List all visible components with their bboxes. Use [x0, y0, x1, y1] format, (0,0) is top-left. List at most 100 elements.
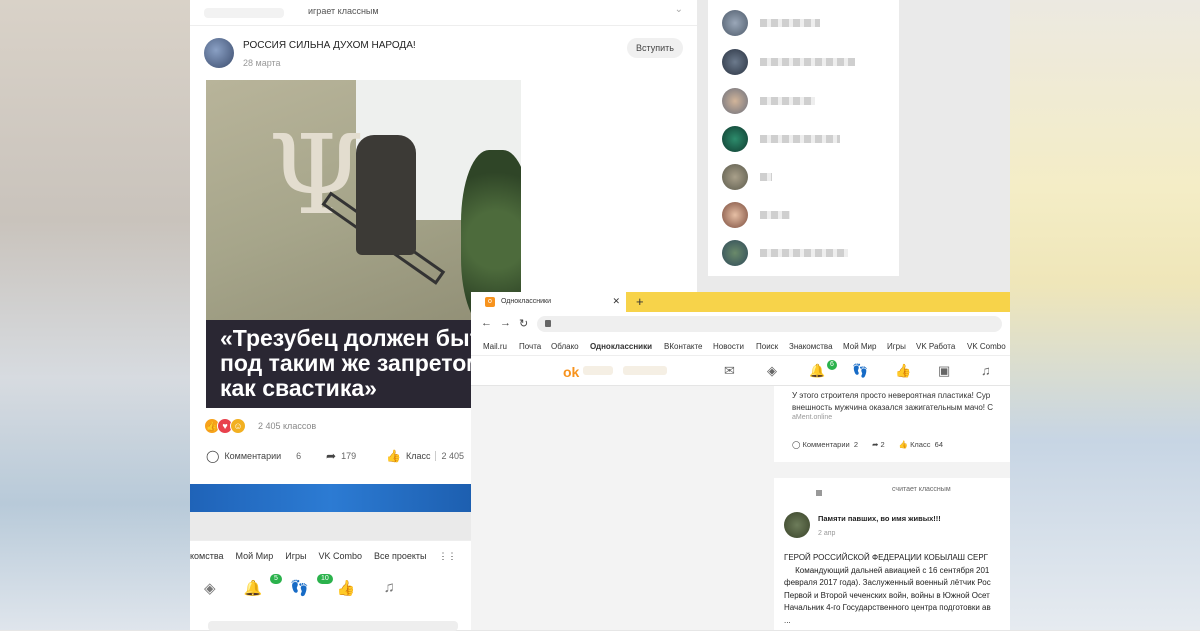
activity-header: считает классным [892, 486, 951, 493]
blurred-name [204, 8, 284, 18]
likes-count: 64 [934, 440, 943, 449]
friend-avatar[interactable] [722, 88, 748, 114]
address-bar[interactable] [537, 316, 1002, 332]
post-body: ГЕРОЙ РОССИЙСКОЙ ФЕДЕРАЦИИ КОБЫЛАШ СЕРГ … [784, 553, 991, 625]
bell-icon[interactable]: 🔔 [244, 579, 263, 597]
bookmark-vkontakte[interactable]: ВКонтакте [664, 342, 703, 351]
friend-avatar[interactable] [722, 49, 748, 75]
share-button[interactable]: ➦ 179 [326, 446, 356, 466]
group-avatar[interactable] [784, 512, 810, 538]
feed-card-video: У этого строителя просто невероятная пла… [774, 386, 1010, 462]
ok-logo-icon[interactable]: ok [563, 364, 579, 380]
bookmark-oblako[interactable]: Облако [551, 342, 579, 351]
new-tab-icon[interactable]: + [636, 294, 644, 309]
nav-link-vk-combo[interactable]: VK Combo [318, 551, 362, 562]
like-button[interactable]: 👍 Класс 2 405 [386, 446, 464, 466]
feed-card-group-post: считает классным Памяти павших, во имя ж… [774, 478, 1010, 630]
blurred-friend-name [760, 173, 772, 181]
toolbar-icons: ◈ 🔔 👣 👍 ♫ [204, 579, 395, 597]
bookmark-poisk[interactable]: Поиск [756, 342, 778, 351]
next-post-image-strip [190, 484, 471, 512]
comments-label: Комментарии [224, 451, 282, 461]
card-text: У этого строителя просто невероятная пла… [792, 390, 1012, 414]
reload-icon[interactable]: ↻ [519, 317, 528, 330]
notification-badge: 5 [270, 574, 282, 584]
bell-icon[interactable]: 🔔 [809, 363, 825, 379]
close-tab-icon[interactable]: ✕ [612, 296, 620, 307]
blurred-friend-name [760, 249, 848, 257]
card-text-line-1: У этого строителя просто невероятная пла… [792, 391, 991, 400]
messages-icon[interactable]: ✉ [724, 363, 735, 379]
back-icon[interactable]: ← [481, 317, 492, 329]
bookmark-pochta[interactable]: Почта [519, 342, 541, 351]
bookmark-odnoklassniki[interactable]: Одноклассники [590, 342, 652, 351]
post-date: 28 марта [243, 58, 281, 68]
likes-label: Класс [405, 451, 431, 461]
group-title[interactable]: РОССИЯ СИЛЬНА ДУХОМ НАРОДА! [243, 40, 416, 51]
shares-count: 2 [880, 440, 885, 449]
thumbs-up-icon: 👍 [386, 449, 401, 463]
join-group-button[interactable]: Вступить [627, 38, 683, 58]
comments-label: Комментарии [802, 440, 850, 449]
nav-link-games[interactable]: Игры [285, 551, 306, 562]
ok-toolbar-fragment: комства Мой Мир Игры VK Combo Все проект… [190, 540, 471, 631]
previous-post-strip: играет классным ⌄ [190, 0, 697, 26]
card-actions: ◯ Комментарии 2 ➦ 2 👍 Класс 64 [792, 440, 943, 449]
music-icon[interactable]: ♫ [384, 579, 395, 597]
bookmark-vk-rabota[interactable]: VK Работа [916, 342, 955, 351]
likes-label: Класс [910, 440, 931, 449]
friend-avatar[interactable] [722, 126, 748, 152]
friend-avatar[interactable] [722, 10, 748, 36]
guests-icon[interactable]: 👣 [852, 363, 868, 379]
guests-icon[interactable]: 👣 [290, 579, 309, 597]
share-button[interactable]: ➦ 2 [872, 440, 885, 449]
music-icon[interactable]: ♫ [981, 363, 991, 378]
nav-link-all-projects[interactable]: Все проекты [374, 551, 427, 562]
comments-count: 2 [853, 440, 859, 449]
photo-worker [356, 135, 416, 255]
friend-avatar[interactable] [722, 240, 748, 266]
reaction-icons[interactable]: 👍 ♥ ☺ [204, 418, 246, 434]
guests-badge: 10 [317, 574, 333, 584]
comments-count: 6 [296, 451, 302, 461]
card-text-line-2: внешность мужчина оказался зажигательным… [792, 403, 993, 412]
blurred-friend-name [760, 135, 840, 143]
comments-button[interactable]: ◯ Комментарии 6 [206, 446, 301, 466]
bookmark-znakomstva[interactable]: Знакомства [789, 342, 833, 351]
bookmark-moy-mir[interactable]: Мой Мир [843, 342, 876, 351]
background-right-blur [1010, 0, 1200, 630]
discussions-icon[interactable]: ◈ [767, 363, 777, 379]
card-source[interactable]: аМеnt.online [792, 414, 832, 421]
friends-panel [708, 0, 899, 276]
group-name[interactable]: Памяти павших, во имя живых!!! [818, 514, 941, 523]
nav-link-dating[interactable]: комства [190, 551, 224, 562]
ok-favicon-icon: o [485, 297, 495, 307]
bookmark-igry[interactable]: Игры [887, 342, 906, 351]
group-avatar[interactable] [204, 38, 234, 68]
forward-icon[interactable]: → [500, 317, 511, 329]
chevron-down-icon[interactable]: ⌄ [675, 4, 683, 15]
like-button[interactable]: 👍 Класс 64 [899, 440, 943, 449]
video-icon[interactable]: ▣ [938, 363, 950, 379]
discussions-icon[interactable]: ◈ [204, 579, 216, 597]
bookmark-vk-combo[interactable]: VK Combo [967, 342, 1006, 351]
tab-odnoklassniki[interactable]: o Одноклассники ✕ [471, 292, 626, 312]
thumbs-up-icon[interactable]: 👍 [895, 363, 911, 379]
comment-icon: ◯ [206, 449, 220, 463]
comments-button[interactable]: ◯ Комментарии 2 [792, 440, 858, 449]
classes-count[interactable]: 2 405 классов [258, 421, 316, 431]
bookmark-novosti[interactable]: Новости [713, 342, 744, 351]
thumbs-up-icon: 👍 [898, 440, 911, 449]
background-left-blur [0, 0, 190, 630]
tab-title: Одноклассники [501, 298, 552, 305]
friend-avatar[interactable] [722, 164, 748, 190]
blurred-friend-name [760, 19, 820, 27]
nav-link-moy-mir[interactable]: Мой Мир [236, 551, 274, 562]
address-row: ← → ↻ [471, 312, 1010, 336]
grid-icon[interactable]: ⋮⋮ [439, 551, 457, 562]
thumbs-up-icon[interactable]: 👍 [337, 579, 356, 597]
friend-avatar[interactable] [722, 202, 748, 228]
notification-badge: 6 [827, 360, 837, 370]
blurred-profile [583, 366, 613, 375]
bookmark-mail-ru[interactable]: Mail.ru [483, 342, 507, 351]
